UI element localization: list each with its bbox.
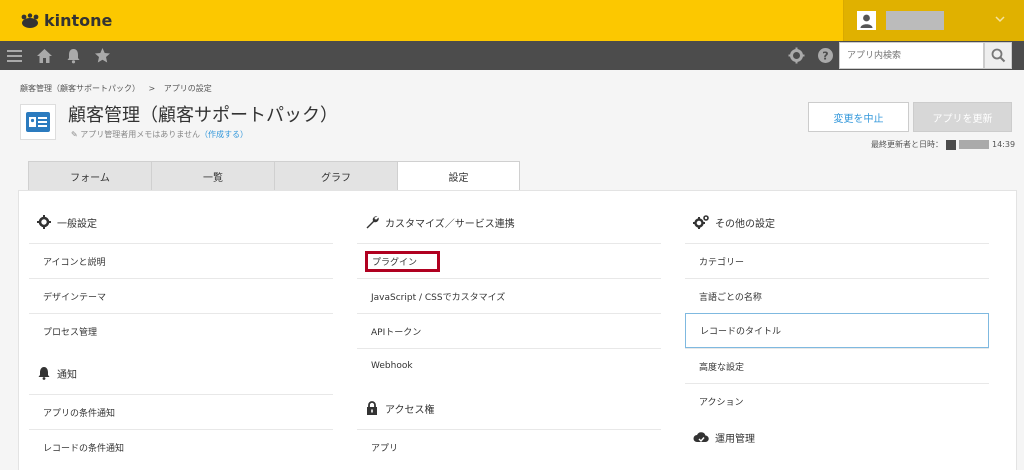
section-customize-title: カスタマイズ／サービス連携 bbox=[385, 218, 515, 230]
memo-edit-icon: ✎ bbox=[71, 130, 81, 139]
setting-advanced[interactable]: 高度な設定 bbox=[685, 348, 989, 383]
breadcrumb-current: アプリの設定 bbox=[163, 84, 212, 93]
settings-tabs: フォーム 一覧 グラフ 設定 bbox=[28, 161, 520, 191]
settings-panel: 一般設定 アイコンと説明 デザインテーマ プロセス管理 通知 アプリの条件通知 … bbox=[18, 190, 1017, 470]
column-other: その他の設定 カテゴリー 言語ごとの名称 レコードのタイトル 高度な設定 アクシ… bbox=[675, 207, 989, 452]
tab-form[interactable]: フォーム bbox=[28, 161, 151, 191]
section-general-title: 一般設定 bbox=[57, 218, 97, 230]
gears-icon bbox=[693, 215, 709, 229]
top-header: kintone bbox=[0, 0, 1024, 41]
setting-record-title[interactable]: レコードのタイトル bbox=[685, 313, 989, 348]
updater-avatar-icon bbox=[946, 139, 956, 150]
user-name-redacted bbox=[886, 11, 944, 30]
app-search-input[interactable] bbox=[839, 42, 984, 69]
tab-settings[interactable]: 設定 bbox=[397, 161, 520, 191]
bell-icon bbox=[38, 367, 50, 380]
home-icon[interactable] bbox=[36, 47, 53, 64]
tab-graph[interactable]: グラフ bbox=[274, 161, 397, 191]
setting-language-names[interactable]: 言語ごとの名称 bbox=[685, 278, 989, 313]
last-updated: 最終更新者と日時： 14:39 bbox=[871, 139, 1015, 150]
create-memo-link[interactable]: （作成する） bbox=[200, 130, 248, 139]
menu-icon[interactable] bbox=[6, 47, 23, 64]
setting-plugin-label: プラグイン bbox=[372, 257, 418, 268]
chevron-down-icon[interactable] bbox=[994, 13, 1006, 25]
lock-icon bbox=[367, 401, 377, 415]
cloud-icon bbox=[693, 432, 709, 443]
setting-app-condition-notification[interactable]: アプリの条件通知 bbox=[29, 394, 333, 429]
star-icon[interactable] bbox=[94, 47, 111, 64]
user-avatar-icon bbox=[857, 11, 876, 30]
wrench-icon bbox=[366, 216, 379, 229]
setting-app-access[interactable]: アプリ bbox=[357, 429, 661, 464]
section-access-title: アクセス権 bbox=[385, 404, 435, 416]
bell-icon[interactable] bbox=[65, 47, 82, 64]
app-icon bbox=[20, 104, 56, 140]
search-button[interactable] bbox=[984, 42, 1012, 69]
breadcrumb-app[interactable]: 顧客管理（顧客サポートパック） bbox=[20, 84, 140, 93]
section-notification-title: 通知 bbox=[57, 369, 77, 381]
gear-icon[interactable] bbox=[788, 47, 805, 64]
setting-process-management[interactable]: プロセス管理 bbox=[29, 313, 333, 348]
section-other-title: その他の設定 bbox=[715, 218, 775, 230]
breadcrumb: 顧客管理（顧客サポートパック） > アプリの設定 bbox=[20, 83, 218, 94]
setting-design-theme[interactable]: デザインテーマ bbox=[29, 278, 333, 313]
setting-icon-description[interactable]: アイコンと説明 bbox=[29, 243, 333, 278]
help-icon[interactable]: ? bbox=[817, 47, 834, 64]
gear-icon bbox=[37, 215, 51, 229]
section-notification: 通知 bbox=[19, 358, 333, 388]
svg-text:?: ? bbox=[822, 50, 828, 63]
logo-text: kintone bbox=[44, 11, 113, 30]
section-operation-title: 運用管理 bbox=[715, 433, 755, 445]
plugin-highlight-box: プラグイン bbox=[365, 250, 441, 272]
section-access: アクセス権 bbox=[347, 393, 661, 423]
section-customize: カスタマイズ／サービス連携 bbox=[347, 207, 661, 237]
setting-plugin[interactable]: プラグイン bbox=[357, 243, 661, 278]
last-updated-time: 14:39 bbox=[992, 140, 1016, 149]
memo-text: アプリ管理者用メモはありません bbox=[80, 130, 201, 139]
column-customize: カスタマイズ／サービス連携 プラグイン JavaScript / CSSでカスタ… bbox=[347, 207, 661, 464]
section-other: その他の設定 bbox=[675, 207, 989, 237]
setting-category[interactable]: カテゴリー bbox=[685, 243, 989, 278]
cancel-changes-button[interactable]: 変更を中止 bbox=[808, 102, 909, 132]
setting-action[interactable]: アクション bbox=[685, 383, 989, 418]
section-general: 一般設定 bbox=[19, 207, 333, 237]
page-title: 顧客管理（顧客サポートパック） bbox=[68, 105, 338, 126]
column-general: 一般設定 アイコンと説明 デザインテーマ プロセス管理 通知 アプリの条件通知 … bbox=[19, 207, 333, 464]
setting-record-condition-notification[interactable]: レコードの条件通知 bbox=[29, 429, 333, 464]
updater-name-redacted bbox=[959, 140, 989, 149]
update-app-button[interactable]: アプリを更新 bbox=[913, 102, 1012, 132]
setting-js-css-customize[interactable]: JavaScript / CSSでカスタマイズ bbox=[357, 278, 661, 313]
tab-list[interactable]: 一覧 bbox=[151, 161, 274, 191]
customer-card-icon bbox=[26, 112, 50, 132]
user-menu[interactable] bbox=[843, 0, 1024, 41]
last-updated-label: 最終更新者と日時： bbox=[871, 140, 943, 149]
kintone-logo[interactable]: kintone bbox=[20, 11, 112, 30]
app-memo: ✎ アプリ管理者用メモはありません（作成する） bbox=[71, 129, 248, 140]
breadcrumb-separator: > bbox=[148, 84, 156, 93]
kintone-logo-icon bbox=[21, 12, 39, 28]
setting-api-token[interactable]: APIトークン bbox=[357, 313, 661, 348]
setting-webhook[interactable]: Webhook bbox=[357, 348, 661, 383]
search-icon bbox=[991, 48, 1005, 63]
section-operation: 運用管理 bbox=[675, 422, 989, 452]
